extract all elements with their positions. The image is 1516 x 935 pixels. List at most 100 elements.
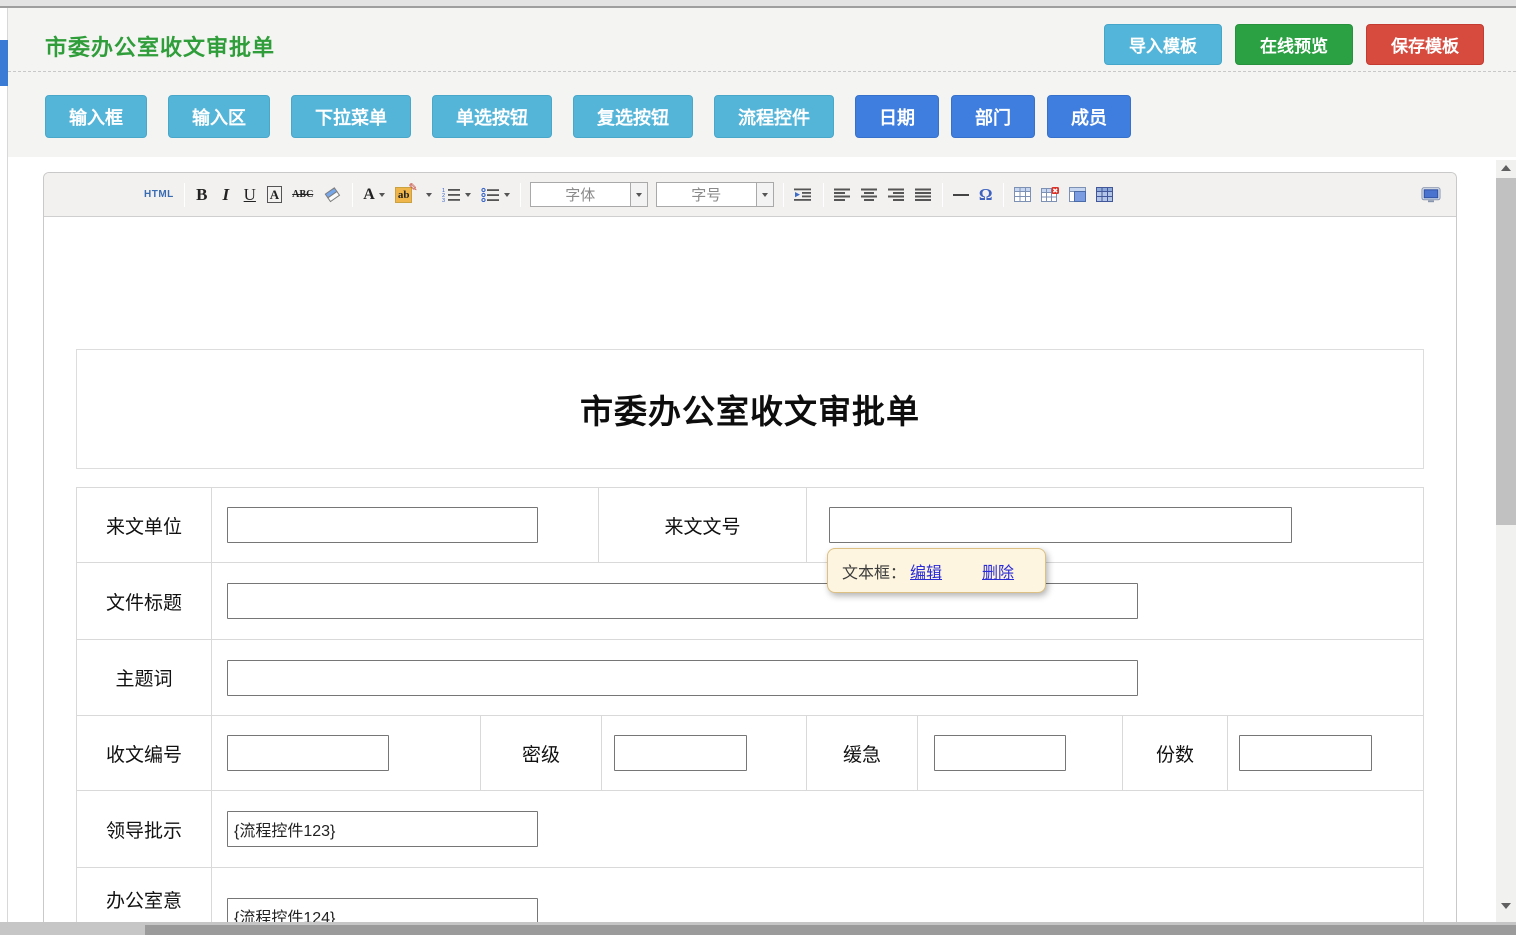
urgency-input[interactable]: [934, 735, 1066, 771]
online-preview-button[interactable]: 在线预览: [1235, 24, 1353, 65]
highlight-color-icon[interactable]: ab✎: [390, 181, 437, 209]
cell-label: 份数: [1123, 716, 1228, 790]
leader-comments-input[interactable]: [227, 811, 538, 847]
editor-toolbar: HTML B I U A ABC: [44, 173, 1456, 217]
add-input-button[interactable]: 输入框: [45, 95, 147, 138]
add-flow-control-button[interactable]: 流程控件: [714, 95, 834, 138]
font-color-icon[interactable]: A: [358, 181, 390, 209]
document-title: 市委办公室收文审批单: [580, 385, 920, 433]
table-full-icon[interactable]: [1091, 181, 1118, 209]
rich-text-editor: HTML B I U A ABC: [43, 172, 1457, 922]
add-member-button[interactable]: 成员: [1047, 95, 1131, 138]
cell-field: [212, 488, 599, 562]
cell-field: [918, 716, 1123, 790]
content-area: HTML B I U A ABC: [8, 157, 1516, 922]
insert-table-icon[interactable]: [1009, 181, 1036, 209]
align-right-icon[interactable]: [883, 181, 910, 209]
cell-label: 来文单位: [77, 488, 212, 562]
add-textarea-button[interactable]: 输入区: [168, 95, 270, 138]
table-row: 办公室意: [77, 868, 1423, 922]
field-edit-tooltip: 文本框： 编辑 删除: [827, 548, 1046, 593]
indent-icon[interactable]: [789, 181, 818, 209]
toolbar-separator: [520, 183, 521, 207]
align-justify-icon[interactable]: [910, 181, 937, 209]
table-row: 收文编号 密级 缓急 份数: [77, 716, 1423, 791]
toolbar-separator: [823, 183, 824, 207]
bottom-scroll-track: [145, 925, 1516, 935]
import-template-button[interactable]: 导入模板: [1104, 24, 1222, 65]
window-top-edge: [0, 0, 1516, 8]
screen: 市委办公室收文审批单 导入模板 在线预览 保存模板 输入框 输入区 下拉菜单 单…: [0, 0, 1516, 935]
add-date-button[interactable]: 日期: [855, 95, 939, 138]
page-title: 市委办公室收文审批单: [45, 30, 275, 62]
ordered-list-icon[interactable]: 1 2 3: [437, 181, 476, 209]
form-designer-panel: 市委办公室收文审批单 导入模板 在线预览 保存模板 输入框 输入区 下拉菜单 单…: [8, 8, 1516, 922]
vertical-scrollbar[interactable]: [1496, 160, 1516, 922]
table-cell-props-icon[interactable]: [1064, 181, 1091, 209]
align-left-icon[interactable]: [829, 181, 856, 209]
special-char-icon[interactable]: Ω: [974, 181, 998, 209]
align-center-icon[interactable]: [856, 181, 883, 209]
subject-words-input[interactable]: [227, 660, 1138, 696]
chevron-down-icon: [756, 183, 773, 206]
format-a-icon[interactable]: A: [262, 181, 287, 209]
add-dropdown-button[interactable]: 下拉菜单: [291, 95, 411, 138]
cell-label: 缓急: [807, 716, 918, 790]
toolbar-separator: [1003, 183, 1004, 207]
unordered-list-icon[interactable]: [476, 181, 515, 209]
window-left-edge: [0, 8, 8, 922]
font-size-select[interactable]: 字号: [656, 182, 774, 207]
horizontal-rule-icon[interactable]: [948, 181, 974, 209]
table-row: 主题词: [77, 640, 1423, 716]
add-radio-button[interactable]: 单选按钮: [432, 95, 552, 138]
add-checkbox-button[interactable]: 复选按钮: [573, 95, 693, 138]
italic-icon[interactable]: I: [214, 181, 238, 209]
source-code-icon[interactable]: HTML: [139, 181, 179, 209]
header-actions: 导入模板 在线预览 保存模板: [1104, 24, 1484, 65]
toolbar-separator: [352, 183, 353, 207]
background-window-fragment: [0, 40, 8, 86]
svg-text:3: 3: [442, 198, 445, 202]
cell-field: [1228, 716, 1423, 790]
cell-field: [212, 716, 481, 790]
strikethrough-icon[interactable]: ABC: [287, 181, 318, 209]
add-department-button[interactable]: 部门: [951, 95, 1035, 138]
toolbar-separator: [942, 183, 943, 207]
incoming-doc-number-input[interactable]: [829, 507, 1292, 543]
header: 市委办公室收文审批单 导入模板 在线预览 保存模板: [8, 8, 1516, 72]
scroll-up-arrow[interactable]: [1496, 160, 1516, 176]
tooltip-field-type: 文本框：: [842, 559, 906, 583]
editor-canvas[interactable]: 市委办公室收文审批单 来文单位 来文文号: [44, 217, 1456, 922]
scrollbar-thumb[interactable]: [1496, 178, 1516, 525]
underline-icon[interactable]: U: [238, 181, 262, 209]
bold-icon[interactable]: B: [190, 181, 214, 209]
delete-table-icon[interactable]: [1036, 181, 1064, 209]
cell-label: 主题词: [77, 640, 212, 715]
cell-label: 文件标题: [77, 563, 212, 639]
secrecy-level-input[interactable]: [614, 735, 747, 771]
cell-field: [602, 716, 807, 790]
window-bottom-edge: [0, 922, 1516, 935]
table-row: 来文单位 来文文号: [77, 488, 1423, 563]
cell-field: [212, 640, 1423, 715]
chevron-down-icon: [630, 183, 647, 206]
edit-field-link[interactable]: 编辑: [910, 559, 942, 583]
scroll-down-arrow[interactable]: [1496, 898, 1516, 914]
cell-field: [212, 791, 1423, 867]
fullscreen-icon[interactable]: [1416, 181, 1446, 209]
toolbar-separator: [184, 183, 185, 207]
eraser-icon[interactable]: [318, 181, 347, 209]
font-family-select[interactable]: 字体: [530, 182, 648, 207]
cell-field: [212, 868, 1423, 922]
delete-field-link[interactable]: 删除: [982, 559, 1014, 583]
cell-label: 收文编号: [77, 716, 212, 790]
document-title-box: 市委办公室收文审批单: [76, 349, 1424, 469]
office-opinion-input[interactable]: [227, 898, 538, 922]
save-template-button[interactable]: 保存模板: [1366, 24, 1484, 65]
copies-input[interactable]: [1239, 735, 1372, 771]
cell-label: 来文文号: [599, 488, 807, 562]
cell-label: 密级: [481, 716, 602, 790]
cell-label: 办公室意: [77, 868, 212, 922]
receipt-number-input[interactable]: [227, 735, 389, 771]
incoming-unit-input[interactable]: [227, 507, 538, 543]
